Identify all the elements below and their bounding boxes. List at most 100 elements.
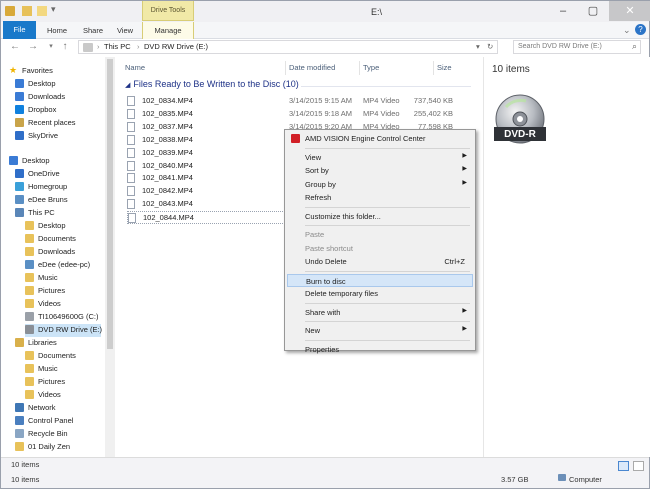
up-icon[interactable]: ↑ — [59, 40, 71, 54]
menu-item-burn-to-disc[interactable]: Burn to disc — [287, 273, 473, 287]
address-bar[interactable]: › This PC › DVD RW Drive (E:) ▾ ↻ — [78, 40, 498, 54]
file-row[interactable]: 102_0842.MP4 — [127, 185, 285, 198]
menu-item-new[interactable]: New ▶ — [287, 324, 473, 337]
file-row[interactable]: 102_0840.MP4 — [127, 160, 285, 173]
menu-item-undo-delete[interactable]: Undo Delete Ctrl+Z — [287, 255, 473, 268]
menu-item-refresh[interactable]: Refresh — [287, 191, 473, 204]
nav-scrollbar-thumb[interactable] — [107, 59, 113, 349]
search-input[interactable]: Search DVD RW Drive (E:) ⌕ — [513, 40, 641, 54]
breadcrumb-dvd-drive[interactable]: DVD RW Drive (E:) — [144, 42, 208, 51]
menu-item-amd-vision-engine-control-center[interactable]: AMD VISION Engine Control Center — [287, 132, 473, 145]
breadcrumb-this-pc[interactable]: This PC — [104, 42, 131, 51]
nav-item[interactable]: Recent places — [15, 117, 101, 130]
tab-share[interactable]: Share — [77, 22, 109, 39]
nav-item[interactable]: Desktop — [15, 78, 101, 91]
recent-locations-icon[interactable]: ▾ — [45, 40, 57, 54]
nav-item[interactable]: Videos — [25, 389, 101, 402]
nav-item[interactable]: TI10649600G (C:) — [25, 311, 101, 324]
large-icons-view-icon[interactable] — [633, 461, 644, 471]
nav-item[interactable]: Documents — [25, 233, 101, 246]
group-header[interactable]: ◢ Files Ready to Be Written to the Disc (… — [125, 79, 299, 89]
forward-icon[interactable]: → — [27, 40, 39, 54]
nav-item[interactable]: ★ Favorites — [9, 65, 101, 78]
nav-item[interactable]: Libraries — [15, 337, 101, 350]
computer-icon — [558, 474, 566, 481]
file-row[interactable]: 102_0834.MP4 — [127, 95, 285, 108]
nav-item-label: Pictures — [38, 286, 66, 295]
nav-item[interactable]: This PC — [15, 207, 101, 220]
star-icon: ★ — [9, 65, 18, 75]
file-row[interactable]: 102_0835.MP4 — [127, 108, 285, 121]
menu-item-label: View — [305, 152, 322, 162]
nav-item[interactable]: Control Panel — [15, 415, 101, 428]
nav-item[interactable]: Documents — [25, 350, 101, 363]
refresh-icon[interactable]: ↻ — [487, 42, 493, 51]
column-header-size[interactable]: Size — [437, 63, 452, 72]
nav-item[interactable]: Homegroup — [15, 181, 101, 194]
nav-item[interactable]: Music — [25, 363, 101, 376]
column-divider[interactable] — [359, 61, 360, 75]
menu-item-share-with[interactable]: Share with ▶ — [287, 306, 473, 319]
nav-item[interactable]: Music — [25, 272, 101, 285]
nav-item[interactable]: eDee (edee-pc) — [25, 259, 101, 272]
nav-item[interactable]: Videos — [25, 298, 101, 311]
nav-item[interactable]: OneDrive — [15, 168, 101, 181]
qat-dropdown-icon[interactable]: ▾ — [51, 4, 61, 14]
column-header-type[interactable]: Type — [363, 63, 379, 72]
column-divider[interactable] — [285, 61, 286, 75]
help-icon[interactable]: ? — [635, 24, 646, 35]
tab-home[interactable]: Home — [41, 22, 73, 39]
nav-item[interactable]: Downloads — [15, 91, 101, 104]
drive-tools-label: Drive Tools — [142, 1, 194, 21]
file-name: 102_0837.MP4 — [142, 121, 193, 131]
new-folder-icon[interactable] — [37, 6, 47, 16]
menu-item-view[interactable]: View ▶ — [287, 151, 473, 164]
file-row[interactable]: 102_0841.MP4 — [127, 172, 285, 185]
details-view-icon[interactable] — [618, 461, 629, 471]
maximize-button[interactable]: ▢ — [579, 1, 607, 21]
nav-item[interactable]: Recycle Bin — [15, 428, 101, 441]
file-row[interactable]: 102_0843.MP4 — [127, 198, 285, 211]
menu-item-label: Paste shortcut — [305, 243, 353, 253]
menu-item-sort-by[interactable]: Sort by ▶ — [287, 164, 473, 177]
column-header-name[interactable]: Name — [125, 63, 145, 72]
minimize-button[interactable]: – — [549, 1, 577, 21]
column-header-date[interactable]: Date modified — [289, 63, 335, 72]
address-dropdown-icon[interactable]: ▾ — [476, 42, 480, 51]
file-row[interactable]: 102_0838.MP4 — [127, 134, 285, 147]
nav-item[interactable]: DVD RW Drive (E:) — [25, 324, 102, 337]
nav-item[interactable]: 01 Daily Zen — [15, 441, 101, 454]
nav-item[interactable]: Desktop — [25, 220, 101, 233]
menu-item-delete-temporary-files[interactable]: Delete temporary files — [287, 287, 473, 300]
ribbon-collapse-icon[interactable]: ⌄ — [623, 25, 631, 36]
file-row[interactable]: 102_0837.MP4 — [127, 121, 285, 134]
nav-item-label: Network — [28, 403, 56, 412]
tab-file[interactable]: File — [3, 21, 36, 39]
group-collapse-icon[interactable]: ◢ — [125, 82, 130, 89]
search-placeholder: Search DVD RW Drive (E:) — [518, 43, 602, 50]
nav-item-label: Dropbox — [28, 105, 57, 114]
file-row[interactable]: 102_0844.MP4 — [127, 211, 285, 225]
nav-item[interactable]: Pictures — [25, 285, 101, 298]
menu-item-customize-this-folder[interactable]: Customize this folder... — [287, 210, 473, 223]
nav-item[interactable]: SkyDrive — [15, 130, 101, 143]
nav-item[interactable]: eDee Bruns — [15, 194, 101, 207]
nav-item[interactable]: Network — [15, 402, 101, 415]
nav-item[interactable]: Desktop — [9, 155, 101, 168]
file-size: 737,540 KB — [413, 96, 453, 105]
music-icon — [25, 273, 34, 282]
back-icon[interactable]: ← — [9, 40, 21, 54]
menu-item-properties[interactable]: Properties — [287, 343, 473, 356]
properties-icon[interactable] — [22, 6, 32, 16]
nav-scrollbar[interactable] — [105, 57, 115, 457]
breadcrumb-sep-icon: › — [97, 42, 100, 51]
nav-item[interactable]: Pictures — [25, 376, 101, 389]
column-divider[interactable] — [433, 61, 434, 75]
close-button[interactable]: ✕ — [609, 1, 650, 21]
tab-manage[interactable]: Manage — [142, 22, 194, 39]
tab-view[interactable]: View — [111, 22, 139, 39]
file-row[interactable]: 102_0839.MP4 — [127, 147, 285, 160]
nav-item[interactable]: Downloads — [25, 246, 101, 259]
menu-item-group-by[interactable]: Group by ▶ — [287, 178, 473, 191]
nav-item[interactable]: Dropbox — [15, 104, 101, 117]
